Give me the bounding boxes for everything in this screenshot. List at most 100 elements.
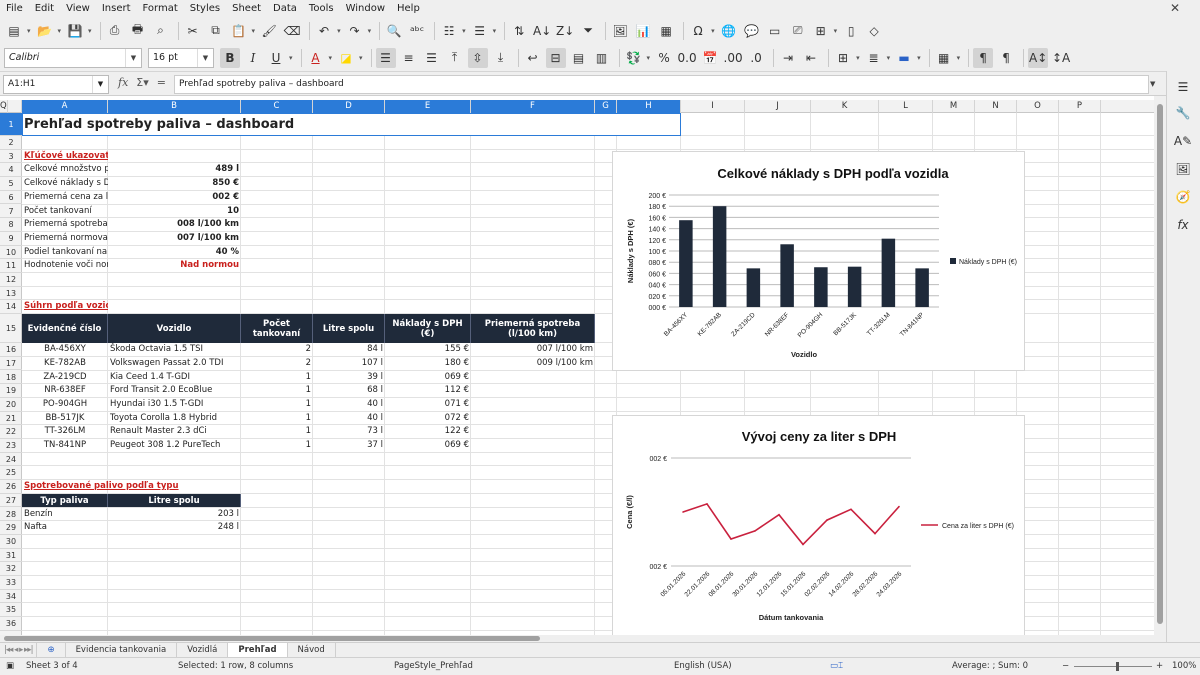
vehicle-cell[interactable]: [471, 384, 595, 398]
sum-icon[interactable]: Σ▾: [136, 76, 148, 89]
close-document-icon[interactable]: ✕: [1170, 1, 1180, 15]
vehicle-cell[interactable]: Volkswagen Passat 2.0 TDI: [108, 357, 241, 371]
font-size-combo[interactable]: 16 pt ▼: [148, 47, 214, 68]
styles-icon[interactable]: A✎: [1173, 131, 1193, 151]
border-color-icon[interactable]: ▬: [894, 48, 914, 68]
row-header[interactable]: 33: [0, 576, 22, 590]
vehicle-cell[interactable]: 1: [241, 398, 313, 412]
vehicle-cell[interactable]: 1: [241, 384, 313, 398]
vertical-scroll-thumb[interactable]: [1157, 104, 1163, 624]
vehicle-cell[interactable]: 1: [241, 371, 313, 385]
column-header[interactable]: H: [617, 100, 681, 113]
redo-icon[interactable]: ↷: [345, 21, 365, 41]
vehicle-cell[interactable]: TN-841NP: [22, 439, 108, 453]
horizontal-scrollbar[interactable]: [0, 635, 1154, 642]
vehicle-cell[interactable]: 84 l: [313, 343, 385, 357]
row-header[interactable]: 10: [0, 246, 22, 260]
vehicle-cell[interactable]: 1: [241, 439, 313, 453]
comment-icon[interactable]: 💬: [742, 21, 762, 41]
align-bottom-icon[interactable]: ⤓: [491, 48, 511, 68]
functions-icon[interactable]: fx: [1173, 215, 1193, 235]
column-header[interactable]: D: [313, 100, 385, 113]
split-window-icon[interactable]: ▯: [841, 21, 861, 41]
tab-sheet[interactable]: Vozidlá: [177, 643, 229, 657]
vehicle-cell[interactable]: 071 €: [385, 398, 471, 412]
merge-cells-icon[interactable]: ▤: [569, 48, 589, 68]
menu-tools[interactable]: Tools: [309, 3, 334, 14]
paste-icon[interactable]: 📋: [229, 21, 249, 41]
vehicle-cell[interactable]: Renault Master 2.3 dCi: [108, 425, 241, 439]
italic-icon[interactable]: I: [243, 48, 263, 68]
kpi-label[interactable]: Priemerná spotreba: [22, 218, 108, 232]
kpi-label[interactable]: Celkové množstvo p: [22, 163, 108, 177]
column-header[interactable]: P: [1059, 100, 1101, 113]
navigator-icon[interactable]: 🧭: [1173, 187, 1193, 207]
vehicle-cell[interactable]: Ford Transit 2.0 EcoBlue: [108, 384, 241, 398]
tab-scroll-buttons[interactable]: |◂◂ ◂ ▸ ▸▸|: [0, 643, 38, 657]
document-modified-icon[interactable]: ▣: [6, 661, 14, 671]
kpi-value[interactable]: Nad normou: [108, 259, 241, 273]
menu-insert[interactable]: Insert: [102, 3, 131, 14]
menu-help[interactable]: Help: [397, 3, 420, 14]
vehicle-cell[interactable]: 2: [241, 343, 313, 357]
column-header[interactable]: I: [681, 100, 745, 113]
vehicle-cell[interactable]: 73 l: [313, 425, 385, 439]
spelling-icon[interactable]: ᵃᵇᶜ: [407, 21, 427, 41]
column-header[interactable]: J: [745, 100, 811, 113]
horizontal-scroll-thumb[interactable]: [4, 636, 540, 641]
row-header[interactable]: 28: [0, 508, 22, 522]
fuel-cell[interactable]: 248 l: [108, 521, 241, 535]
vehicle-cell[interactable]: 112 €: [385, 384, 471, 398]
properties-icon[interactable]: 🔧: [1173, 103, 1193, 123]
column-header[interactable]: Q: [0, 100, 8, 113]
vehicle-cell[interactable]: 40 l: [313, 398, 385, 412]
row-header[interactable]: 5: [0, 177, 22, 191]
vehicle-cell[interactable]: 069 €: [385, 439, 471, 453]
vehicle-cell[interactable]: 37 l: [313, 439, 385, 453]
font-name-combo[interactable]: Calibri ▼: [4, 47, 142, 68]
name-box[interactable]: A1:H1 ▼: [3, 75, 109, 94]
line-chart[interactable]: Vývoj ceny za liter s DPH 002 €002 €05.01…: [612, 415, 1025, 635]
decrease-indent-icon[interactable]: ⇤: [801, 48, 821, 68]
vehicle-cell[interactable]: [471, 425, 595, 439]
find-replace-icon[interactable]: 🔍: [384, 21, 404, 41]
gallery-icon[interactable]: 🖼: [1173, 159, 1193, 179]
menu-format[interactable]: Format: [143, 3, 178, 14]
right-to-left-icon[interactable]: ¶: [996, 48, 1016, 68]
vehicle-cell[interactable]: Škoda Octavia 1.5 TSI: [108, 343, 241, 357]
menu-window[interactable]: Window: [346, 3, 385, 14]
menu-data[interactable]: Data: [273, 3, 297, 14]
insert-chart-icon[interactable]: 📊: [633, 21, 653, 41]
vehicle-cell[interactable]: TT-326LM: [22, 425, 108, 439]
increase-indent-icon[interactable]: ⇥: [778, 48, 798, 68]
row-header[interactable]: 18: [0, 371, 22, 385]
column-header[interactable]: C: [241, 100, 313, 113]
wrap-text-icon[interactable]: ↩: [523, 48, 543, 68]
sort-descending-icon[interactable]: Z↓: [555, 21, 575, 41]
tab-sheet[interactable]: Návod: [288, 643, 336, 657]
row-header[interactable]: 36: [0, 617, 22, 631]
column-header[interactable]: F: [471, 100, 595, 113]
hamburger-menu-icon[interactable]: ☰: [1173, 77, 1193, 97]
show-draw-functions-icon[interactable]: ◇: [864, 21, 884, 41]
vehicle-cell[interactable]: Peugeot 308 1.2 PureTech: [108, 439, 241, 453]
zoom-in-icon[interactable]: +: [1156, 661, 1163, 671]
menu-sheet[interactable]: Sheet: [232, 3, 261, 14]
new-document-icon[interactable]: ▤: [4, 21, 24, 41]
vehicle-cell[interactable]: PO-904GH: [22, 398, 108, 412]
row-header[interactable]: 34: [0, 590, 22, 604]
row-header[interactable]: 29: [0, 521, 22, 535]
add-decimal-icon[interactable]: .00: [723, 48, 743, 68]
align-left-icon[interactable]: ☰: [375, 47, 396, 68]
align-center-icon[interactable]: ≡: [399, 48, 419, 68]
clear-formatting-icon[interactable]: ⌫: [282, 21, 302, 41]
vehicle-cell[interactable]: 1: [241, 412, 313, 426]
kpi-value[interactable]: 489 l: [108, 163, 241, 177]
highlight-color-icon[interactable]: ◪: [336, 48, 356, 68]
sheet-title[interactable]: Prehľad spotreby paliva – dashboard: [22, 113, 681, 136]
menu-view[interactable]: View: [66, 3, 90, 14]
column-header[interactable]: L: [879, 100, 933, 113]
row-header[interactable]: 12: [0, 273, 22, 287]
font-color-icon[interactable]: A: [306, 48, 326, 68]
delete-decimal-icon[interactable]: .0: [746, 48, 766, 68]
